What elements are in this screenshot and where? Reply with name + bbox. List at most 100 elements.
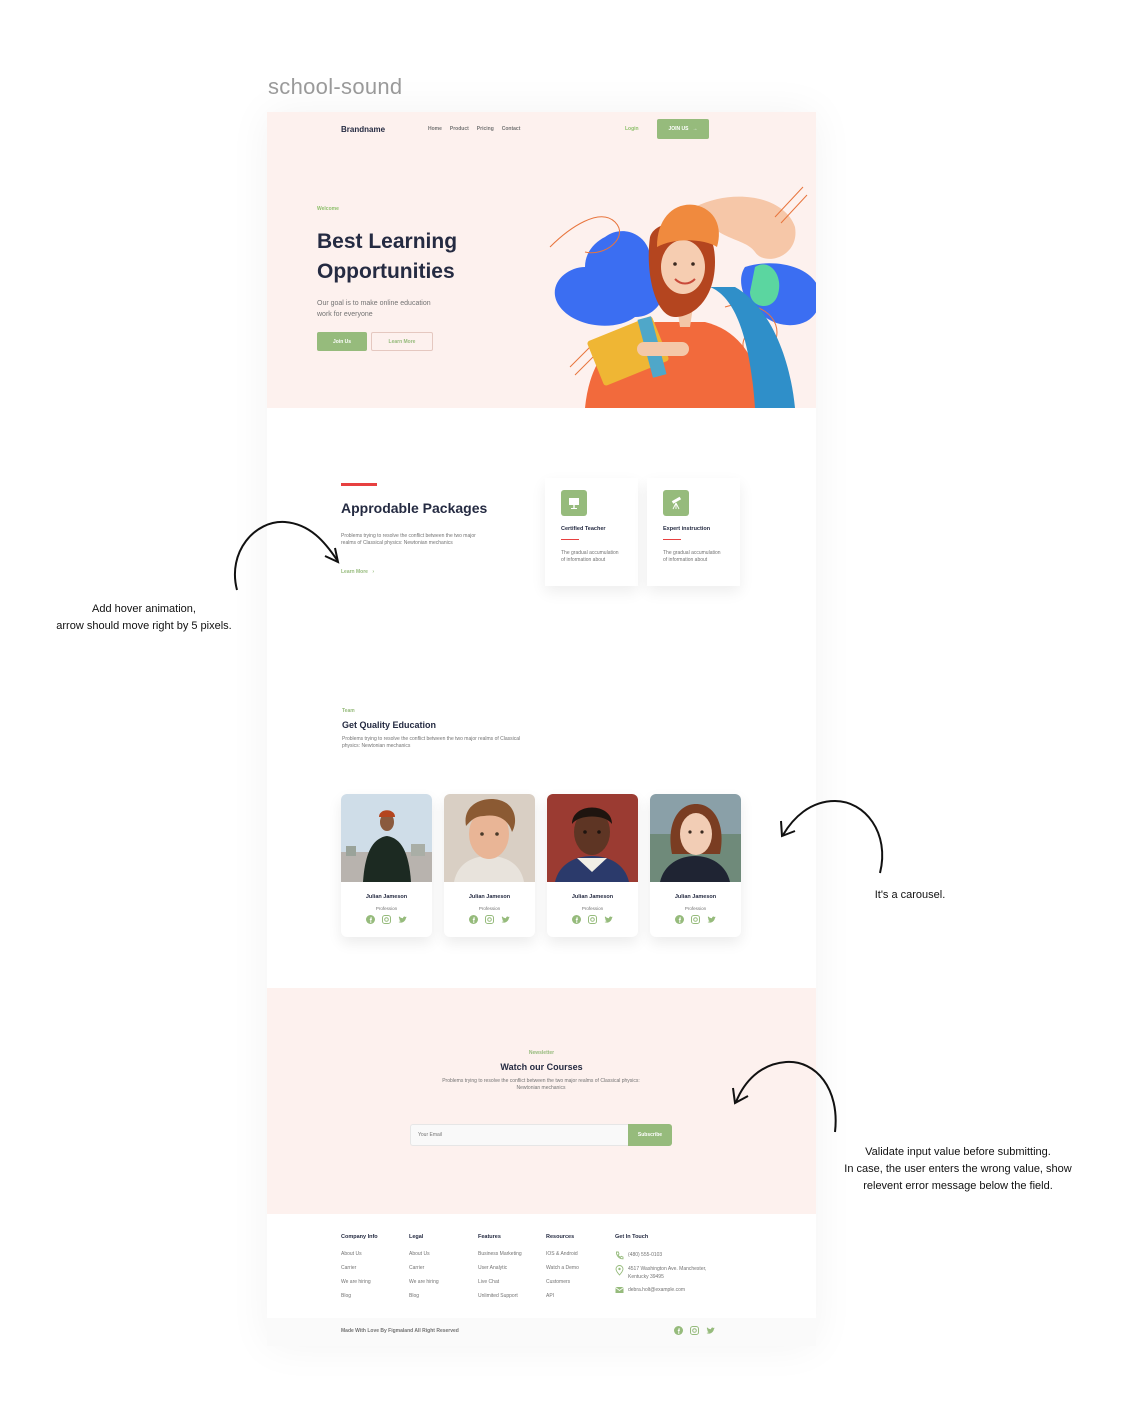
nav-product[interactable]: Product <box>450 126 469 132</box>
package-card-certified-teacher[interactable]: Certified Teacher The gradual accumulati… <box>545 478 638 586</box>
facebook-icon[interactable] <box>572 915 581 924</box>
contact-address-line2: Kentucky 39495 <box>628 1274 664 1280</box>
package-card-text: The gradual accumulation of information … <box>561 550 619 563</box>
member-social-links <box>650 915 741 924</box>
footer-column-company-info: Company Info About Us Carrier We are hir… <box>341 1234 378 1307</box>
footer-column-title: Features <box>478 1234 501 1240</box>
member-role: Profession <box>684 906 707 911</box>
annotation-arrow-hover <box>234 520 340 591</box>
member-social-links <box>341 915 432 924</box>
footer-column-title: Get In Touch <box>615 1234 649 1240</box>
hero-title: Best Learning Opportunities <box>317 227 517 287</box>
facebook-icon[interactable] <box>366 915 375 924</box>
member-photo <box>650 794 741 882</box>
mail-icon <box>615 1287 624 1293</box>
package-card-divider <box>663 539 681 540</box>
footer-link[interactable]: About Us <box>409 1251 439 1257</box>
phone-icon <box>616 1251 624 1260</box>
twitter-icon[interactable] <box>604 915 613 924</box>
member-name: Julian Jameson <box>571 894 614 900</box>
footer-column-title: Resources <box>546 1234 575 1240</box>
facebook-icon[interactable] <box>675 915 684 924</box>
twitter-icon[interactable] <box>706 1326 715 1335</box>
footer-link[interactable]: Blog <box>341 1293 378 1299</box>
footer-column-title: Legal <box>409 1234 424 1240</box>
twitter-icon[interactable] <box>398 915 407 924</box>
annotation-hover: Add hover animation, arrow should move r… <box>30 601 258 635</box>
instagram-icon[interactable] <box>588 915 597 924</box>
email-input[interactable] <box>410 1124 628 1146</box>
annotation-validate-line3: relevent error message below the field. <box>863 1180 1053 1192</box>
contact-phone[interactable]: (480) 555-0103 <box>615 1251 706 1260</box>
package-card-text: The gradual accumulation of information … <box>663 550 721 563</box>
package-card-expert-instruction[interactable]: Expert instruction The gradual accumulat… <box>647 478 740 586</box>
team-member-card[interactable]: Julian Jameson Profession <box>650 794 741 937</box>
packages-subtitle: Problems trying to resolve the conflict … <box>341 533 476 546</box>
hero-join-button[interactable]: Join Us <box>317 332 367 351</box>
hero-title-line2: Opportunities <box>317 260 455 283</box>
team-member-card[interactable]: Julian Jameson Profession <box>341 794 432 937</box>
package-card-title: Expert instruction <box>663 526 711 532</box>
footer-link[interactable]: We are hiring <box>341 1279 378 1285</box>
landing-page: Brandname Home Product Pricing Contact L… <box>267 112 816 1346</box>
nav-pricing[interactable]: Pricing <box>477 126 494 132</box>
footer-link[interactable]: Customers <box>546 1279 579 1285</box>
hero-section: Brandname Home Product Pricing Contact L… <box>267 112 816 408</box>
team-tag: Team <box>342 708 355 714</box>
footer-link[interactable]: About Us <box>341 1251 378 1257</box>
canvas: school-sound Brandname Home Product Pric… <box>0 0 1138 1418</box>
annotation-validate: Validate input value before submitting. … <box>812 1144 1104 1195</box>
team-member-card[interactable]: Julian Jameson Profession <box>444 794 535 937</box>
footer-column-features: Features Business Marketing User Analyti… <box>478 1234 522 1307</box>
footer-bottom-bar: Made With Love By Figmaland All Right Re… <box>267 1318 816 1346</box>
team-title: Get Quality Education <box>342 720 437 730</box>
team-member-card[interactable]: Julian Jameson Profession <box>547 794 638 937</box>
footer-column-contact: Get In Touch (480) 555-0103 4517 Washing… <box>615 1234 706 1299</box>
footer-link[interactable]: Unlimited Support <box>478 1293 522 1299</box>
nav-contact[interactable]: Contact <box>502 126 521 132</box>
footer-link[interactable]: User Analytic <box>478 1265 522 1271</box>
hero-tag: Welcome <box>317 206 339 212</box>
instagram-icon[interactable] <box>485 915 494 924</box>
footer-link[interactable]: API <box>546 1293 579 1299</box>
footer-link[interactable]: Carrier <box>409 1265 439 1271</box>
join-us-header-button[interactable]: JOIN US → <box>657 119 709 139</box>
hero-subtitle: Our goal is to make online education wor… <box>317 300 431 318</box>
contact-email-text: debra.holt@example.com <box>628 1287 686 1293</box>
footer-link[interactable]: We are hiring <box>409 1279 439 1285</box>
footer-link[interactable]: Business Marketing <box>478 1251 522 1257</box>
subscribe-button[interactable]: Subscribe <box>628 1124 672 1146</box>
arrow-right-icon: → <box>692 126 698 132</box>
nav-home[interactable]: Home <box>428 126 442 132</box>
facebook-icon[interactable] <box>469 915 478 924</box>
hero-learn-more-button[interactable]: Learn More <box>371 332 433 351</box>
member-photo <box>444 794 535 882</box>
instagram-icon[interactable] <box>690 1326 699 1335</box>
brand-logo[interactable]: Brandname <box>341 125 385 134</box>
facebook-icon[interactable] <box>674 1326 683 1335</box>
chevron-right-icon: › <box>372 569 375 575</box>
packages-title: Approdable Packages <box>341 500 488 516</box>
footer-column-legal: Legal About Us Carrier We are hiring Blo… <box>409 1234 439 1307</box>
instagram-icon[interactable] <box>382 915 391 924</box>
member-social-links <box>444 915 535 924</box>
instagram-icon[interactable] <box>691 915 700 924</box>
footer-link[interactable]: Blog <box>409 1293 439 1299</box>
package-card-title: Certified Teacher <box>561 526 606 532</box>
member-photo <box>341 794 432 882</box>
contact-email[interactable]: debra.holt@example.com <box>615 1286 706 1294</box>
twitter-icon[interactable] <box>501 915 510 924</box>
hero-title-line1: Best Learning <box>317 230 458 253</box>
member-role: Profession <box>375 906 398 911</box>
member-name: Julian Jameson <box>674 894 717 900</box>
annotation-arrow-carousel <box>780 799 884 874</box>
copyright-text: Made With Love By Figmaland All Right Re… <box>341 1328 459 1334</box>
footer-link[interactable]: Watch a Demo <box>546 1265 579 1271</box>
login-link[interactable]: Login <box>625 126 639 132</box>
footer-link[interactable]: IOS & Android <box>546 1251 579 1257</box>
footer-link[interactable]: Carrier <box>341 1265 378 1271</box>
footer-link[interactable]: Live Chat <box>478 1279 522 1285</box>
twitter-icon[interactable] <box>707 915 716 924</box>
contact-phone-text: (480) 555-0103 <box>628 1252 663 1258</box>
team-subtitle: Problems trying to resolve the conflict … <box>342 736 521 749</box>
